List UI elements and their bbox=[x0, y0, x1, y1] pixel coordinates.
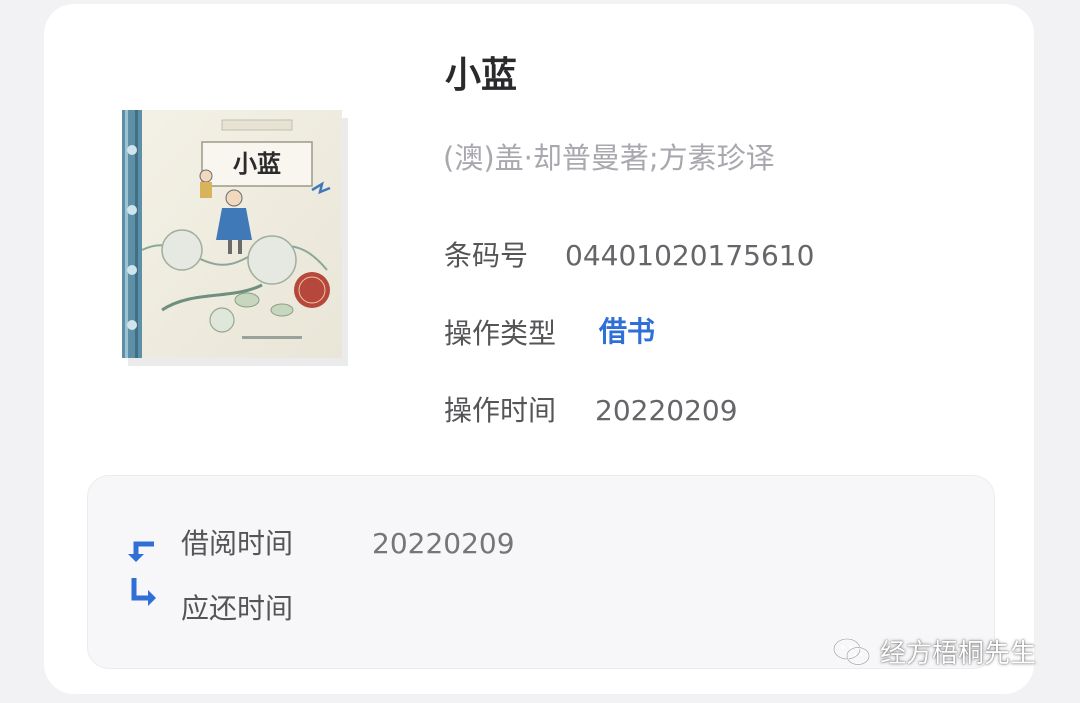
wechat-icon bbox=[832, 636, 872, 672]
borrow-time-label: 借阅时间 bbox=[181, 527, 294, 560]
book-cover-image: 小蓝 bbox=[122, 110, 348, 366]
cover-title: 小蓝 bbox=[233, 149, 281, 178]
watermark: 经方梧桐先生 bbox=[832, 634, 1036, 674]
borrow-time-value: 20220209 bbox=[372, 527, 515, 560]
operation-type-label: 操作类型 bbox=[444, 317, 557, 350]
book-title: 小蓝 bbox=[445, 55, 518, 96]
operation-time-label: 操作时间 bbox=[444, 394, 557, 427]
operation-time-value: 20220209 bbox=[595, 394, 738, 427]
book-record-card: 小蓝 小蓝 (澳)盖·却普曼著;方素珍译 条码号 04401020175610 … bbox=[44, 4, 1034, 694]
barcode-label: 条码号 bbox=[444, 239, 529, 272]
operation-type-value: 借书 bbox=[599, 315, 656, 348]
return-time-label: 应还时间 bbox=[181, 592, 294, 625]
barcode-value: 04401020175610 bbox=[565, 239, 815, 272]
book-author: (澳)盖·却普曼著;方素珍译 bbox=[443, 141, 775, 175]
watermark-text: 经方梧桐先生 bbox=[880, 639, 1037, 669]
borrow-return-arrows-icon bbox=[124, 540, 160, 614]
